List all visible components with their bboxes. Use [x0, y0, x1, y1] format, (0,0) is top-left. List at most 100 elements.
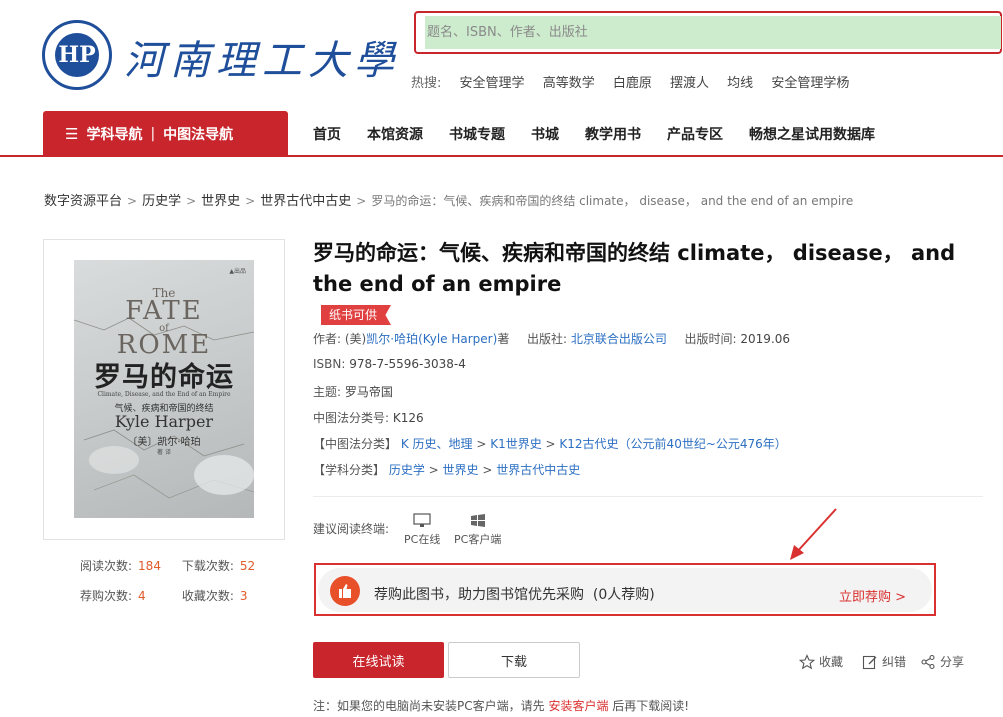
terminal-pc-online-label: PC在线: [404, 533, 441, 546]
book-cover-frame: ▲出品 The FATE of ROME 罗马的命运 Climate, Dise…: [43, 239, 285, 540]
hot-item[interactable]: 高等数学: [543, 76, 595, 91]
nav-clc-link[interactable]: 中图法导航: [163, 124, 233, 144]
thumbs-up-icon: [330, 576, 360, 606]
university-logo[interactable]: HP 河南理工大學: [42, 18, 394, 92]
breadcrumb-item[interactable]: 数字资源平台: [44, 194, 122, 209]
paper-available-badge: 纸书可供: [321, 305, 392, 325]
author-label: 作者:: [313, 332, 342, 346]
subject-row: 主题: 罗马帝国: [313, 383, 393, 400]
share-action[interactable]: 分享: [920, 653, 964, 670]
cover-title-zh: 罗马的命运: [94, 362, 234, 393]
search-box: [414, 11, 1002, 54]
breadcrumb-current: 罗马的命运：气候、疾病和帝国的终结 climate， disease， and …: [371, 194, 854, 208]
discipline-link[interactable]: 世界史: [443, 463, 479, 477]
star-icon: [799, 653, 815, 669]
terminal-pc-client[interactable]: PC客户端: [454, 513, 501, 547]
cover-translator: 著 译: [157, 449, 171, 456]
nav-item-topics[interactable]: 书城专题: [449, 124, 505, 144]
cover-publisher-mark: ▲出品: [229, 268, 246, 275]
publisher-link[interactable]: 北京联合出版公司: [571, 332, 667, 346]
install-note-prefix: 注：如果您的电脑尚未安装PC客户端，请先: [313, 699, 545, 713]
breadcrumb-separator: >: [127, 194, 138, 208]
cover-subtitle-en: Climate, Disease, and the End of an Empi…: [97, 391, 231, 398]
nav-item-bookstore[interactable]: 书城: [531, 124, 559, 144]
clc-path-link[interactable]: K 历史、地理: [401, 437, 473, 451]
cover-author-en: Kyle Harper: [114, 412, 214, 431]
correct-label: 纠错: [882, 655, 907, 669]
cover-title-line: FATE: [125, 296, 203, 326]
read-count-label: 阅读次数:: [80, 559, 133, 573]
isbn-row: ISBN: 978-7-5596-3038-4: [313, 357, 466, 371]
share-icon: [921, 654, 935, 669]
monitor-icon: [413, 513, 431, 527]
clc-path-link[interactable]: K1世界史: [490, 437, 542, 451]
install-client-link[interactable]: 安装客户端: [548, 699, 608, 713]
subject-label: 主题:: [313, 385, 342, 399]
favorite-action[interactable]: 收藏: [799, 653, 843, 670]
search-input[interactable]: [425, 16, 1001, 49]
breadcrumb-item[interactable]: 历史学: [142, 194, 181, 209]
menu-icon: ☰: [65, 125, 79, 143]
terminal-label: 建议阅读终端:: [313, 522, 390, 536]
hot-item[interactable]: 安全管理学: [460, 76, 525, 91]
category-nav[interactable]: ☰ 学科导航 | 中图法导航: [43, 111, 288, 157]
terminal-pc-online[interactable]: PC在线: [404, 513, 440, 547]
publisher-label: 出版社:: [526, 332, 568, 346]
hot-search-label: 热搜:: [411, 76, 442, 91]
recommend-count-value: 4: [138, 589, 146, 603]
isbn-label: ISBN:: [313, 357, 346, 371]
breadcrumb-item[interactable]: 世界古代中古史: [260, 194, 351, 209]
nav-item-products[interactable]: 产品专区: [667, 124, 723, 144]
author-suffix: 著: [497, 332, 510, 346]
book-title: 罗马的命运：气候、疾病和帝国的终结 climate， disease， and …: [313, 241, 956, 296]
edit-icon: [862, 655, 877, 669]
discipline-path-row: 【学科分类】 历史学 > 世界史 > 世界古代中古史: [313, 463, 581, 477]
logo-mark: HP: [55, 33, 99, 77]
nav-subject-link[interactable]: 学科导航: [86, 124, 142, 144]
main-nav: 首页 本馆资源 书城专题 书城 教学用书 产品专区 畅想之星试用数据库: [313, 124, 901, 144]
subject-value: 罗马帝国: [344, 385, 393, 399]
hot-item[interactable]: 摆渡人: [670, 76, 709, 91]
nav-item-textbooks[interactable]: 教学用书: [585, 124, 641, 144]
windows-icon: [470, 514, 485, 527]
discipline-link[interactable]: 历史学: [389, 463, 425, 477]
author-link[interactable]: 凯尔·哈珀(Kyle Harper): [366, 332, 497, 346]
hot-item[interactable]: 白鹿原: [613, 76, 652, 91]
annotation-arrow: [790, 508, 837, 560]
discipline-link[interactable]: 世界古代中古史: [496, 463, 580, 477]
recommend-message: 荐购此图书，助力图书馆优先采购: [374, 587, 584, 603]
terminal-pc-client-label: PC客户端: [454, 533, 502, 546]
favorite-label: 收藏: [819, 655, 844, 669]
isbn-value: 978-7-5596-3038-4: [349, 357, 466, 371]
clc-value: K126: [392, 411, 424, 425]
share-label: 分享: [940, 655, 965, 669]
nav-item-home[interactable]: 首页: [313, 124, 341, 144]
download-count-label: 下载次数:: [181, 559, 234, 573]
pubdate-label: 出版时间:: [684, 332, 737, 346]
nav-item-library-resources[interactable]: 本馆资源: [367, 124, 423, 144]
install-note: 注：如果您的电脑尚未安装PC客户端，请先 安装客户端 后再下载阅读!: [313, 697, 689, 714]
logo-emblem: HP: [42, 20, 112, 90]
book-stats: 阅读次数: 184 下载次数: 52 荐购次数: 4 收藏次数: 3: [80, 551, 280, 611]
pubdate-value: 2019.06: [740, 332, 791, 346]
nav-separator: |: [150, 126, 156, 142]
clc-path-label: 【中图法分类】: [313, 437, 398, 451]
breadcrumb-item[interactable]: 世界史: [201, 194, 240, 209]
hot-item[interactable]: 均线: [727, 76, 753, 91]
read-online-button[interactable]: 在线试读: [313, 642, 444, 678]
favorite-count-label: 收藏次数:: [181, 589, 234, 603]
breadcrumb-separator: >: [356, 194, 367, 208]
clc-path-link[interactable]: K12古代史（公元前40世纪~公元476年）: [559, 437, 786, 451]
recommend-now-link[interactable]: 立即荐购 >: [839, 586, 906, 605]
correct-action[interactable]: 纠错: [862, 653, 906, 670]
recommend-purchase-banner: 荐购此图书，助力图书馆优先采购 (0人荐购) 立即荐购 >: [318, 568, 932, 612]
hot-item[interactable]: 安全管理学杨: [771, 76, 849, 91]
book-cover[interactable]: ▲出品 The FATE of ROME 罗马的命运 Climate, Dise…: [74, 260, 254, 518]
clc-path-row: 【中图法分类】 K 历史、地理 > K1世界史 > K12古代史（公元前40世纪…: [313, 437, 787, 451]
favorite-count-value: 3: [239, 589, 248, 603]
nav-item-trial-database[interactable]: 畅想之星试用数据库: [749, 124, 875, 144]
discipline-label: 【学科分类】: [313, 463, 386, 477]
cover-author-zh: 〔美〕凯尔·哈珀: [127, 437, 201, 448]
download-button[interactable]: 下载: [448, 642, 580, 678]
hot-search: 热搜: 安全管理学 高等数学 白鹿原 摆渡人 均线 安全管理学杨: [411, 72, 863, 91]
